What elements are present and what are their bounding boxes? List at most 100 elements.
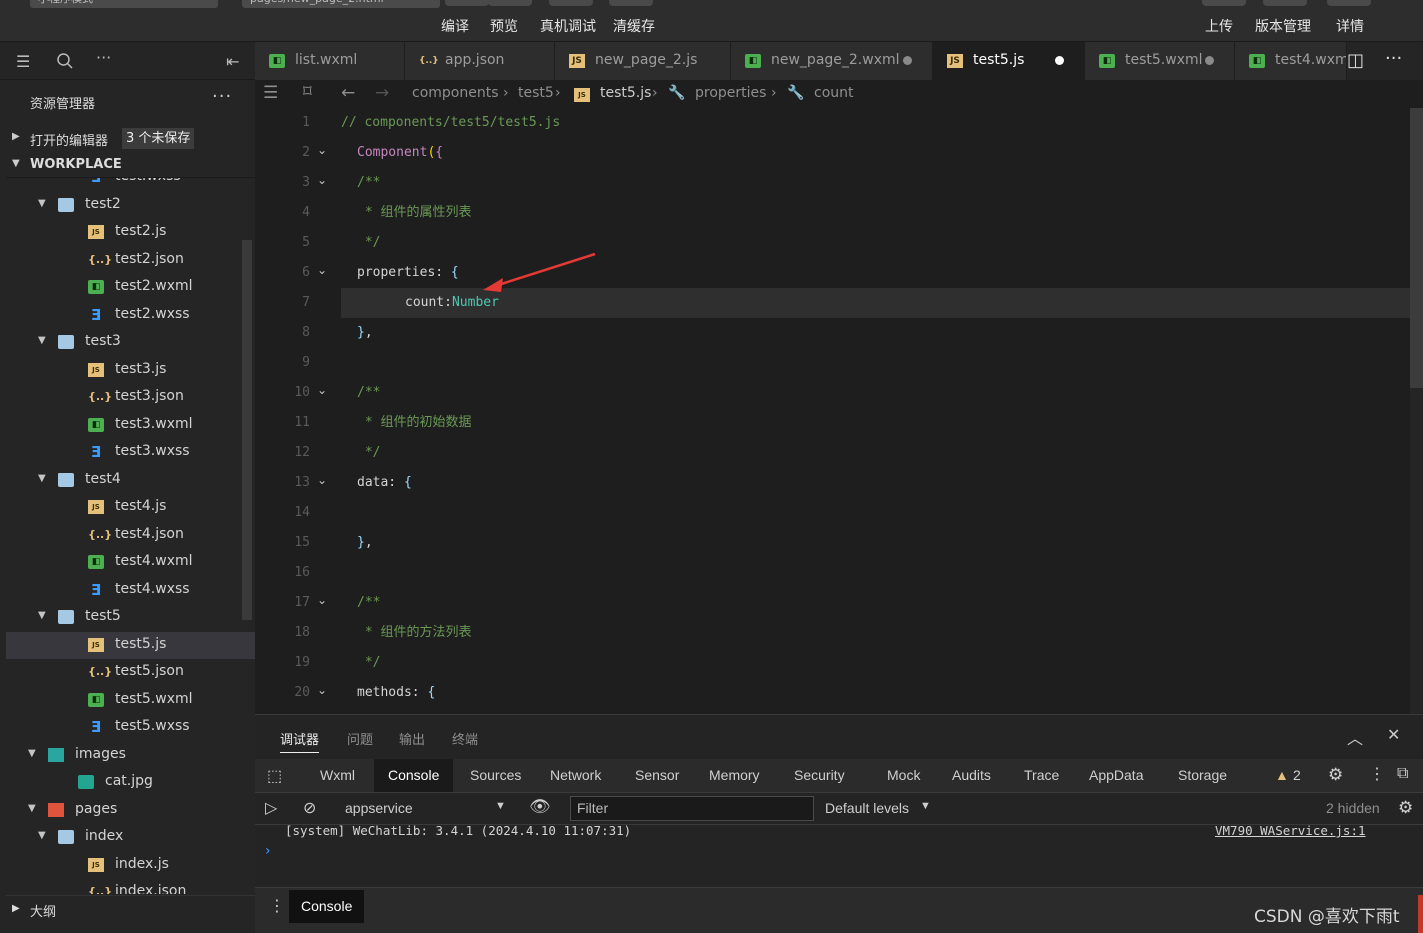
chevron-down-icon[interactable]: ▼ [38,335,46,346]
outline-section[interactable]: ▶ 大纲 [6,895,255,923]
devtools-tab-audits[interactable]: Audits [952,767,991,783]
clear-cache-icon[interactable] [609,0,653,6]
close-panel-icon[interactable]: ✕ [1387,725,1400,744]
workspace-section[interactable]: ▼ WORKPLACE [6,152,255,178]
tab-terminal[interactable]: 终端 [452,729,478,748]
devtools-tab-trace[interactable]: Trace [1024,767,1059,783]
upload-button[interactable]: 上传 [1205,16,1233,36]
editor-tab[interactable]: ◧ test4.wxml [1235,42,1347,80]
kebab-menu-icon[interactable]: ⋮ [269,896,285,915]
tree-file[interactable]: ◧ test2.wxml [6,274,255,301]
devtools-tab-storage[interactable]: Storage [1178,767,1227,783]
compile-icon[interactable] [445,0,489,6]
editor-tab[interactable]: JS test5.js [933,42,1085,80]
fold-chevron-icon[interactable]: ⌄ [317,173,327,187]
version-icon[interactable] [1263,0,1307,6]
version-button[interactable]: 版本管理 [1255,16,1311,36]
gear-icon[interactable]: ⚙ [1328,765,1343,785]
clear-console-icon[interactable]: ⊘ [303,798,316,818]
fold-chevron-icon[interactable]: ⌄ [317,383,327,397]
chevron-down-icon[interactable]: ▼ [38,830,46,841]
breadcrumb-item[interactable]: test5.js [600,85,651,101]
devtools-tab-network[interactable]: Network [550,767,601,783]
tree-file[interactable]: Ǝtest3.wxss [6,439,255,466]
tree-file[interactable]: cat.jpg [6,769,255,796]
sidebar-toggle-icon[interactable]: ▷ [265,798,277,818]
eye-icon[interactable]: 👁 [529,797,551,817]
breadcrumb-item[interactable]: components [412,85,499,101]
tab-problems[interactable]: 问题 [347,729,373,748]
tree-folder[interactable]: ▼ test4 [6,467,255,494]
chevron-down-icon[interactable]: ▼ [38,198,46,209]
chevron-down-icon[interactable]: ▼ [920,800,931,812]
tree-folder[interactable]: ▼ index [6,824,255,851]
devtools-tab-sources[interactable]: Sources [470,767,521,783]
editor-tab[interactable]: ◧ new_page_2.wxml [731,42,933,80]
outline-toggle-icon[interactable]: ☰ [263,83,278,103]
tree-file[interactable]: JS index.js [6,852,255,879]
gear-icon[interactable]: ⚙ [1398,798,1413,818]
editor-tab[interactable]: ◧ list.wxml [255,42,405,80]
preview-icon[interactable] [488,0,532,6]
inspect-element-icon[interactable]: ⬚ [267,766,282,786]
tree-folder[interactable]: ▼ test5 [6,604,255,631]
tree-file[interactable]: ◧ test3.wxml [6,412,255,439]
forward-arrow-icon[interactable]: → [375,83,389,103]
tab-debugger[interactable]: 调试器 [280,729,320,753]
editor-tab[interactable]: ◧ test5.wxml [1085,42,1235,80]
tree-file[interactable]: {..} test3.json [6,384,255,411]
collapse-sidebar-icon[interactable]: ⇤ [226,52,239,71]
chevron-down-icon[interactable]: ▼ [28,748,36,759]
explorer-more-icon[interactable]: ··· [212,86,232,107]
devtools-tab-console[interactable]: Console [374,759,454,792]
devtools-tab-appdata[interactable]: AppData [1089,767,1143,783]
clear-cache-button[interactable]: 清缓存 [613,16,655,36]
tree-folder[interactable]: ▼ test2 [6,192,255,219]
more-actions-icon[interactable]: ··· [1385,48,1402,69]
console-filter-input[interactable]: Filter [570,796,814,821]
fold-chevron-icon[interactable]: ⌄ [317,473,327,487]
chevron-down-icon[interactable]: ▼ [38,473,46,484]
remote-debug-button[interactable]: 真机调试 [540,16,596,36]
remote-debug-icon[interactable] [549,0,593,6]
devtools-tab-sensor[interactable]: Sensor [635,767,679,783]
tree-file[interactable]: Ǝtest4.wxss [6,577,255,604]
tree-file[interactable]: {..} test5.json [6,659,255,686]
upload-icon[interactable] [1202,0,1246,6]
open-editors-section[interactable]: ▶ 打开的编辑器 3 个未保存 [6,125,255,151]
details-icon[interactable] [1327,0,1371,6]
breadcrumb-item[interactable]: count [814,85,854,101]
code-editor[interactable]: 1 // components/test5/test5.js 2 ⌄ Component… [255,108,1423,714]
warning-count[interactable]: 2 [1293,767,1301,783]
fold-chevron-icon[interactable]: ⌄ [317,683,327,697]
tree-file[interactable]: ◧ test4.wxml [6,549,255,576]
tree-file[interactable]: Ǝtest5.wxss [6,714,255,741]
more-icon[interactable]: ··· [96,48,111,67]
maximize-panel-icon[interactable]: ︿ [1347,725,1363,749]
editor-scrollbar-thumb[interactable] [1410,108,1423,388]
drawer-console-tab[interactable]: Console [289,890,365,923]
tree-file[interactable]: JS test2.js [6,219,255,246]
tree-file[interactable]: Ǝtest.wxss [6,178,255,191]
log-levels-select[interactable]: Default levels [825,800,909,816]
kebab-menu-icon[interactable]: ⋮ [1369,764,1385,784]
devtools-tab-wxml[interactable]: Wxml [320,767,355,783]
bookmark-icon[interactable]: ⌑ [303,82,312,102]
chevron-down-icon[interactable]: ▼ [495,800,506,812]
tree-file[interactable]: JS test3.js [6,357,255,384]
preview-button[interactable]: 预览 [490,16,518,36]
tree-file[interactable]: {..} test4.json [6,522,255,549]
devtools-tab-memory[interactable]: Memory [709,767,760,783]
chevron-down-icon[interactable]: ▼ [38,610,46,621]
search-icon[interactable] [56,52,74,74]
unsaved-dot-icon[interactable] [1205,56,1214,65]
tree-file[interactable]: {..} test2.json [6,247,255,274]
tree-file[interactable]: JS test4.js [6,494,255,521]
tree-folder[interactable]: ▼ test3 [6,329,255,356]
chevron-down-icon[interactable]: ▼ [28,803,36,814]
tab-output[interactable]: 输出 [399,729,425,748]
tree-file[interactable]: {..} index.json [6,879,255,894]
editor-tab[interactable]: JS new_page_2.js [555,42,731,80]
editor-tab[interactable]: {..} app.json [405,42,555,80]
back-arrow-icon[interactable]: ← [341,83,355,103]
